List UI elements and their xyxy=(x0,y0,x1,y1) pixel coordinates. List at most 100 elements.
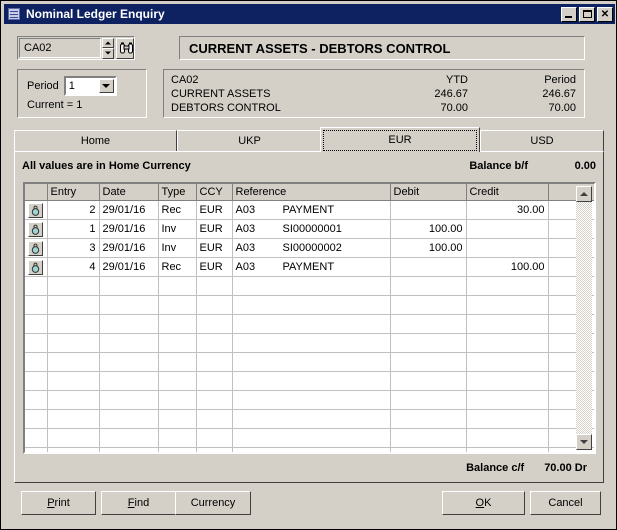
cell-empty xyxy=(99,390,159,410)
table-row-empty[interactable] xyxy=(25,276,594,296)
table-row-empty[interactable] xyxy=(25,352,594,372)
period-select[interactable]: 1 xyxy=(63,76,117,96)
row-lock-cell[interactable] xyxy=(25,295,48,315)
ledger-window-icon xyxy=(6,6,22,22)
table-row-empty[interactable] xyxy=(25,295,594,315)
column-header-entry[interactable]: Entry xyxy=(47,184,100,201)
locked-entry-icon[interactable] xyxy=(28,259,44,275)
cell-empty xyxy=(466,295,549,315)
summary-ytd-header: YTD xyxy=(446,74,468,86)
spin-up-icon[interactable] xyxy=(102,37,114,48)
tab-panel-eur: All values are in Home Currency Balance … xyxy=(14,151,604,483)
period-group: Period 1 Current = 1 xyxy=(17,69,147,118)
summary-row-name: DEBTORS CONTROL xyxy=(171,102,281,114)
cell-empty xyxy=(158,390,197,410)
cell-empty xyxy=(232,333,391,353)
currency-label: Currency xyxy=(190,497,236,509)
locked-entry-icon[interactable] xyxy=(28,221,44,237)
table-row-empty[interactable] xyxy=(25,371,594,391)
window-titlebar[interactable]: Nominal Ledger Enquiry ✕ xyxy=(4,4,615,24)
row-lock-cell[interactable] xyxy=(25,390,48,410)
tab-ukp[interactable]: UKP xyxy=(177,130,322,151)
cell-empty xyxy=(390,447,467,452)
column-header-date[interactable]: Date xyxy=(99,184,159,201)
cancel-label: Cancel xyxy=(548,497,583,509)
ok-button[interactable]: OK xyxy=(442,491,525,515)
minimize-button[interactable] xyxy=(561,6,577,22)
binoculars-icon[interactable] xyxy=(115,37,134,59)
table-row[interactable]: 3 29/01/16 Inv EUR A03 SI00000002 100.00 xyxy=(25,238,594,258)
row-lock-cell[interactable] xyxy=(25,371,48,391)
cell-empty xyxy=(47,390,100,410)
account-code-group xyxy=(17,36,135,60)
tab-eur[interactable]: EUR xyxy=(320,127,480,152)
table-row[interactable]: 2 29/01/16 Rec EUR A03 PAYMENT 30.00 xyxy=(25,200,594,220)
cell-empty xyxy=(466,276,549,296)
cell-credit xyxy=(466,219,549,239)
cell-empty xyxy=(390,409,467,429)
cancel-button[interactable]: Cancel xyxy=(530,491,601,515)
table-row-empty[interactable] xyxy=(25,447,594,452)
cell-empty xyxy=(232,276,391,296)
row-lock-cell[interactable] xyxy=(25,409,48,429)
column-header-credit[interactable]: Credit xyxy=(466,184,549,201)
table-header-row: Entry Date Type CCY Reference Debit Cred… xyxy=(25,184,594,201)
row-lock-cell[interactable] xyxy=(25,428,48,448)
table-row-empty[interactable] xyxy=(25,333,594,353)
row-lock-cell[interactable] xyxy=(25,314,48,334)
summary-row-period: 70.00 xyxy=(548,102,576,114)
row-lock-cell[interactable] xyxy=(25,447,48,452)
tab-home[interactable]: Home xyxy=(14,130,177,151)
row-lock-cell[interactable] xyxy=(25,333,48,353)
scroll-down-icon[interactable] xyxy=(576,434,592,450)
cell-empty xyxy=(99,295,159,315)
find-button[interactable]: Find xyxy=(101,491,176,515)
grid-vertical-scrollbar[interactable] xyxy=(576,186,592,450)
table-row[interactable]: 4 29/01/16 Rec EUR A03 PAYMENT 100.00 xyxy=(25,257,594,277)
cell-empty xyxy=(99,409,159,429)
table-row-empty[interactable] xyxy=(25,428,594,448)
transactions-table: Entry Date Type CCY Reference Debit Cred… xyxy=(25,184,594,452)
chevron-down-icon[interactable] xyxy=(98,79,114,93)
column-header-debit[interactable]: Debit xyxy=(390,184,467,201)
close-button[interactable]: ✕ xyxy=(597,6,613,22)
cell-empty xyxy=(99,276,159,296)
row-lock-cell[interactable] xyxy=(25,276,48,296)
cell-empty xyxy=(196,390,233,410)
column-header-reference[interactable]: Reference xyxy=(232,184,391,201)
cell-reference: A03 PAYMENT xyxy=(232,200,391,220)
ok-label: K xyxy=(484,497,492,509)
row-lock-cell[interactable] xyxy=(25,219,48,239)
row-lock-cell[interactable] xyxy=(25,238,48,258)
locked-entry-icon[interactable] xyxy=(28,202,44,218)
row-lock-cell[interactable] xyxy=(25,352,48,372)
maximize-button[interactable] xyxy=(579,6,595,22)
table-row-empty[interactable] xyxy=(25,314,594,334)
row-lock-cell[interactable] xyxy=(25,200,48,220)
column-header-ccy[interactable]: CCY xyxy=(196,184,233,201)
currency-button[interactable]: Currency xyxy=(175,491,251,515)
cell-empty xyxy=(99,333,159,353)
column-header-select[interactable] xyxy=(25,184,48,201)
table-row-empty[interactable] xyxy=(25,390,594,410)
scroll-up-icon[interactable] xyxy=(576,186,592,202)
cell-empty xyxy=(99,447,159,452)
print-button[interactable]: Print xyxy=(21,491,96,515)
cell-reference: A03 SI00000001 xyxy=(232,219,391,239)
spin-down-icon[interactable] xyxy=(102,48,114,59)
locked-entry-icon[interactable] xyxy=(28,240,44,256)
column-header-type[interactable]: Type xyxy=(158,184,197,201)
table-body: 2 29/01/16 Rec EUR A03 PAYMENT 30.00 1 29/01/16 I… xyxy=(25,200,594,452)
table-row-empty[interactable] xyxy=(25,409,594,429)
row-lock-cell[interactable] xyxy=(25,257,48,277)
cell-empty xyxy=(158,276,197,296)
account-code-input[interactable] xyxy=(19,38,101,58)
cell-empty xyxy=(47,314,100,334)
account-code-spinner[interactable] xyxy=(102,37,114,59)
cell-empty xyxy=(99,371,159,391)
tab-usd[interactable]: USD xyxy=(480,130,604,151)
transactions-grid[interactable]: Entry Date Type CCY Reference Debit Cred… xyxy=(23,182,596,454)
cell-empty xyxy=(196,447,233,452)
table-row[interactable]: 1 29/01/16 Inv EUR A03 SI00000001 100.00 xyxy=(25,219,594,239)
cell-empty xyxy=(232,352,391,372)
